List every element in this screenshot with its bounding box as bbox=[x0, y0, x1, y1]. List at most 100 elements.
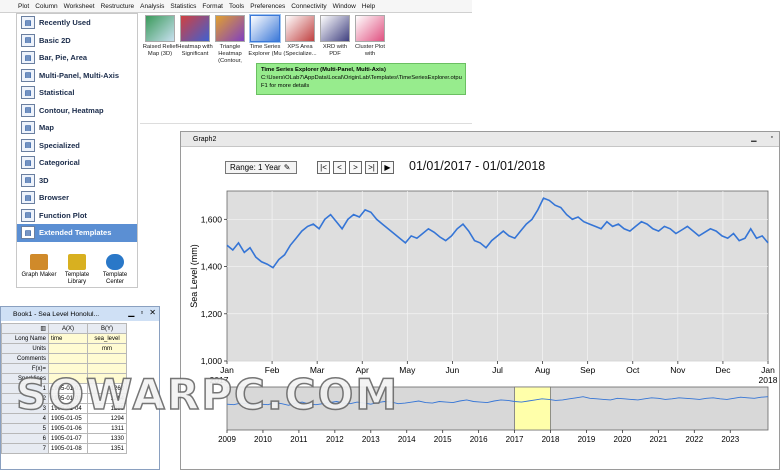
meta-row: Long Name time sea_level bbox=[1, 333, 127, 344]
category-label: Multi-Panel, Multi-Axis bbox=[39, 70, 120, 80]
menu-item[interactable]: Plot bbox=[18, 3, 29, 10]
category-item[interactable]: ▤ 3D bbox=[17, 172, 137, 190]
x-tick-label: Dec bbox=[715, 365, 731, 375]
menu-item[interactable]: Restructure bbox=[101, 3, 135, 10]
overview-year-label: 2012 bbox=[326, 435, 344, 444]
category-item[interactable]: ▤ Extended Templates bbox=[17, 224, 137, 242]
row-number[interactable]: 5 bbox=[1, 423, 49, 434]
meta-cell[interactable]: mm bbox=[87, 343, 127, 354]
range-selector-window[interactable] bbox=[514, 386, 551, 431]
table-row: 7 1905-01-08 1351 bbox=[1, 443, 127, 454]
row-label: Comments bbox=[1, 353, 49, 364]
cell[interactable]: 1905-01-06 bbox=[48, 423, 88, 434]
menu-item[interactable]: Worksheet bbox=[64, 3, 95, 10]
category-label: Map bbox=[39, 123, 54, 133]
overview-year-label: 2010 bbox=[254, 435, 272, 444]
row-number[interactable]: 6 bbox=[1, 433, 49, 444]
x-tick-label: Sep bbox=[580, 365, 595, 375]
template-tool-button[interactable]: Template Library bbox=[59, 254, 95, 286]
category-label: Bar, Pie, Area bbox=[39, 53, 88, 63]
y-tick-label: 1,000 bbox=[201, 356, 223, 366]
meta-cell[interactable] bbox=[48, 353, 88, 364]
menu-item[interactable]: Connectivity bbox=[291, 3, 326, 10]
category-item[interactable]: ▤ Bar, Pie, Area bbox=[17, 49, 137, 67]
category-list: ▤ Recently Used ▤ Basic 2D ▤ Bar, Pie, Area ▤ M… bbox=[17, 14, 137, 242]
category-item[interactable]: ▤ Statistical bbox=[17, 84, 137, 102]
template-thumbnail[interactable]: Time Series Explorer (Mu bbox=[247, 15, 283, 58]
template-thumbnail[interactable]: Triangle Heatmap (Contour, bbox=[212, 15, 248, 65]
recent-icon: ▤ bbox=[21, 16, 35, 30]
watermark: SOWARPC.COM bbox=[15, 369, 400, 420]
template-thumbnail[interactable]: Heatmap with Significant bbox=[177, 15, 213, 58]
template-preview-icon bbox=[285, 15, 315, 42]
row-number[interactable]: 7 bbox=[1, 443, 49, 454]
overview-year-label: 2020 bbox=[614, 435, 632, 444]
table-row: 5 1905-01-06 1311 bbox=[1, 423, 127, 434]
workbook-titlebar[interactable]: Book1 - Sea Level Honolul... ▁ ▫ ✕ bbox=[1, 307, 159, 321]
category-item[interactable]: ▤ Basic 2D bbox=[17, 32, 137, 50]
category-item[interactable]: ▤ Specialized bbox=[17, 137, 137, 155]
meta-cell[interactable] bbox=[48, 343, 88, 354]
cell[interactable]: 1311 bbox=[87, 423, 127, 434]
menu-item[interactable]: Format bbox=[202, 3, 223, 10]
category-item[interactable]: ▤ Map bbox=[17, 119, 137, 137]
close-icon[interactable]: ✕ bbox=[149, 308, 156, 317]
cell[interactable]: 1330 bbox=[87, 433, 127, 444]
column-header[interactable]: B(Y) bbox=[87, 323, 127, 334]
template-label: Raised Relief Map (3D) bbox=[142, 44, 178, 57]
maximize-icon[interactable]: ▫ bbox=[140, 308, 143, 317]
category-item[interactable]: ▤ Recently Used bbox=[17, 14, 137, 32]
template-tool-button[interactable]: Template Center bbox=[97, 254, 133, 286]
menu-item[interactable]: Analysis bbox=[140, 3, 164, 10]
meta-row: Units mm bbox=[1, 343, 127, 354]
minimize-icon[interactable]: ▁ bbox=[751, 134, 756, 142]
row-label: Long Name bbox=[1, 333, 49, 344]
y-axis-label: Sea Level (mm) bbox=[189, 244, 199, 308]
template-thumbnail[interactable]: Cluster Plot with bbox=[352, 15, 388, 58]
category-item[interactable]: ▤ Function Plot bbox=[17, 207, 137, 225]
overview-year-label: 2017 bbox=[506, 435, 524, 444]
graph-body: Range: 1 Year ✎ |< < > >| ▶ 01/01/2017 -… bbox=[181, 147, 779, 469]
template-thumbnail[interactable]: XRD with PDF bbox=[317, 15, 353, 58]
cell[interactable]: 1905-01-08 bbox=[48, 443, 88, 454]
template-label: Triangle Heatmap (Contour, bbox=[218, 44, 242, 64]
cell[interactable]: 1905-01-07 bbox=[48, 433, 88, 444]
template-preview-icon bbox=[250, 15, 280, 42]
map-icon: ▤ bbox=[21, 121, 35, 135]
overview-year-label: 2015 bbox=[434, 435, 452, 444]
main-chart[interactable]: 1,0001,2001,4001,600Jan Feb Mar Apr May Jun Ju… bbox=[181, 147, 779, 469]
graph-titlebar[interactable]: Graph2 ▁ ▫ bbox=[181, 132, 779, 147]
specialized-icon: ▤ bbox=[21, 138, 35, 152]
meta-row: Comments bbox=[1, 353, 127, 364]
menu-item[interactable]: Tools bbox=[229, 3, 244, 10]
menu-item[interactable]: Preferences bbox=[250, 3, 285, 10]
menu-item[interactable]: Statistics bbox=[170, 3, 196, 10]
overview-year-label: 2022 bbox=[685, 435, 703, 444]
category-item[interactable]: ▤ Multi-Panel, Multi-Axis bbox=[17, 67, 137, 85]
statistical-icon: ▤ bbox=[21, 86, 35, 100]
meta-cell[interactable] bbox=[87, 353, 127, 364]
template-tooltip: Time Series Explorer (Multi-Panel, Multi… bbox=[256, 63, 466, 95]
template-tool-button[interactable]: Graph Maker bbox=[21, 254, 57, 286]
corner-cell[interactable]: ▥ bbox=[1, 323, 49, 334]
template-thumbnail[interactable]: XPS Area (Specialize... bbox=[282, 15, 318, 58]
template-tool-label: Template Library bbox=[64, 272, 90, 285]
meta-cell[interactable]: time bbox=[48, 333, 88, 344]
template-thumbnail[interactable]: Raised Relief Map (3D) bbox=[142, 15, 178, 58]
minimize-icon[interactable]: ▁ bbox=[128, 308, 134, 317]
row-label: Units bbox=[1, 343, 49, 354]
column-header[interactable]: A(X) bbox=[48, 323, 88, 334]
cell[interactable]: 1351 bbox=[87, 443, 127, 454]
category-item[interactable]: ▤ Browser bbox=[17, 189, 137, 207]
x-tick-label: Jan bbox=[761, 365, 775, 375]
maximize-icon[interactable]: ▫ bbox=[771, 134, 773, 142]
category-item[interactable]: ▤ Categorical bbox=[17, 154, 137, 172]
tooltip-help: F1 for more details bbox=[261, 83, 310, 89]
meta-cell[interactable]: sea_level bbox=[87, 333, 127, 344]
x-tick-label: May bbox=[399, 365, 416, 375]
category-item[interactable]: ▤ Contour, Heatmap bbox=[17, 102, 137, 120]
menu-item[interactable]: Column bbox=[35, 3, 57, 10]
menu-item[interactable]: Help bbox=[362, 3, 375, 10]
category-label: Specialized bbox=[39, 140, 80, 150]
menu-item[interactable]: Window bbox=[333, 3, 356, 10]
